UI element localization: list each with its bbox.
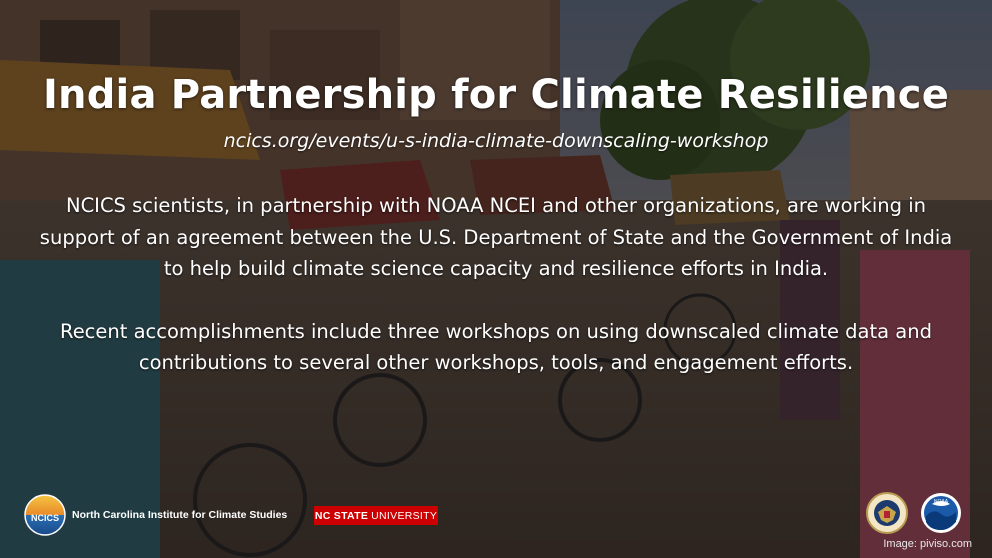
ncics-logo-text: NCICS (31, 513, 59, 523)
ncstate-rest: UNIVERSITY (371, 509, 438, 522)
ncics-branding: NCICS North Carolina Institute for Clima… (24, 494, 287, 536)
body-text: NCICS scientists, in partnership with NO… (30, 190, 962, 410)
event-url[interactable]: ncics.org/events/u-s-india-climate-downs… (0, 130, 992, 152)
slide-title: India Partnership for Climate Resilience (42, 72, 950, 118)
state-department-seal-icon (866, 492, 908, 534)
image-credit: Image: piviso.com (883, 538, 972, 550)
slide: India Partnership for Climate Resilience… (0, 0, 992, 558)
paragraph-partnership: NCICS scientists, in partnership with NO… (39, 194, 953, 280)
ncics-name: North Carolina Institute for Climate Stu… (72, 509, 288, 521)
noaa-logo-icon: NOAA (921, 493, 961, 533)
ncstate-bold: NC STATE (314, 509, 369, 522)
ncstate-logo: NC STATE UNIVERSITY (314, 506, 438, 525)
noaa-logo-text: NOAA (934, 499, 949, 505)
paragraph-accomplishments: Recent accomplishments include three wor… (60, 319, 932, 375)
ncics-logo-icon: NCICS (24, 494, 66, 536)
